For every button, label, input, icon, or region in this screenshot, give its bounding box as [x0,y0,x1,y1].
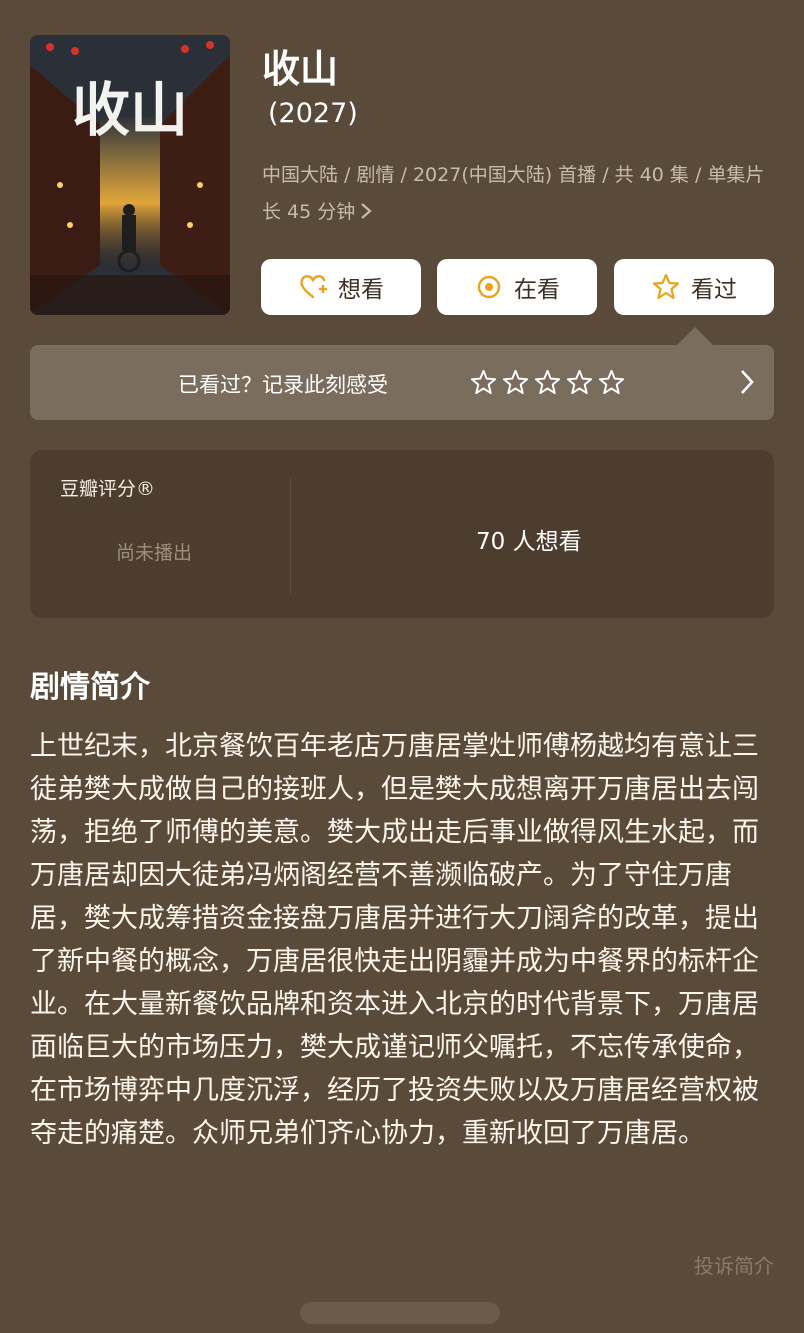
heart-plus-icon [300,275,327,299]
rating-prompt[interactable]: 已看过？记录此刻感受 [30,345,774,420]
star-icon [652,273,680,300]
watching-button-label: 在看 [514,277,560,303]
poster-image[interactable]: 收山 [30,35,230,315]
chevron-right-icon [359,201,373,223]
star-outline-icon[interactable] [534,369,561,396]
score-status: 尚未播出 [116,542,193,564]
rating-prompt-label: 已看过？记录此刻感受 [178,373,388,397]
star-outline-icon[interactable] [566,369,593,396]
want-button-label: 想看 [338,277,384,303]
want-count[interactable]: 70 人想看 [476,522,582,556]
watching-button[interactable]: 在看 [437,259,597,315]
release-year: (2027) [268,98,358,129]
chevron-right-icon[interactable] [738,367,756,401]
score-card: 豆瓣评分® 尚未播出 70 人想看 [30,450,774,618]
score-title: 豆瓣评分® [60,478,156,500]
watermark [300,1302,500,1324]
watched-button[interactable]: 看过 [614,259,774,315]
target-icon [477,275,501,299]
star-outline-icon[interactable] [470,369,497,396]
show-meta-text: 中国大陆 / 剧情 / 2027(中国大陆) 首播 / 共 40 集 / 单集片… [262,164,765,223]
poster-title-text: 收山 [72,76,188,144]
want-button[interactable]: 想看 [261,259,421,315]
show-meta[interactable]: 中国大陆 / 剧情 / 2027(中国大陆) 首播 / 共 40 集 / 单集片… [262,157,782,231]
rating-stars[interactable] [470,369,625,396]
score-divider [290,478,291,594]
report-synopsis-link[interactable]: 投诉简介 [694,1250,774,1279]
synopsis-title: 剧情简介 [30,670,150,705]
synopsis-text: 上世纪末，北京餐饮百年老店万唐居掌灶师傅杨越均有意让三徒弟樊大成做自己的接班人，… [30,731,759,1149]
page-title: 收山 [262,47,339,91]
popover-caret [676,327,714,346]
watched-button-label: 看过 [691,277,737,303]
star-outline-icon[interactable] [502,369,529,396]
star-outline-icon[interactable] [598,369,625,396]
